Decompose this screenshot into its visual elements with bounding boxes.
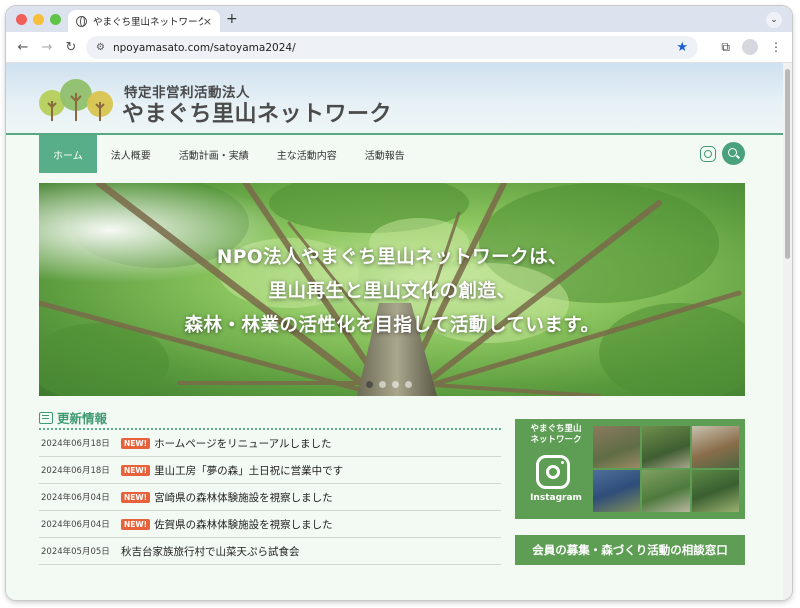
news-link[interactable]: 宮崎県の森林体験施設を視察しました [154, 490, 333, 505]
instagram-caption: Instagram [530, 493, 582, 503]
site-header: 特定非営利活動法人 やまぐち里山ネットワーク [6, 63, 792, 135]
browser-window: やまぐち里山ネットワーク × + ⌄ ← → ↻ ⚙ npoyamasato.c… [6, 6, 792, 600]
new-badge: NEW! [121, 518, 151, 530]
instagram-photo-grid [593, 426, 739, 512]
news-list-icon [39, 411, 53, 424]
new-tab-button[interactable]: + [226, 11, 238, 27]
logo-trees-icon[interactable] [36, 77, 118, 121]
nav-item-reports[interactable]: 活動報告 [351, 135, 419, 173]
slider-dot-4[interactable] [405, 381, 412, 388]
news-item[interactable]: 2024年05月05日 秋吉台家族旅行村で山菜天ぷら試食会 [39, 538, 501, 565]
news-date: 2024年05月05日 [41, 547, 110, 557]
forward-button[interactable]: → [38, 40, 56, 55]
tab-bar: やまぐち里山ネットワーク × + ⌄ [6, 6, 792, 32]
news-date: 2024年06月04日 [41, 520, 110, 530]
site-logo-title[interactable]: やまぐち里山ネットワーク [122, 96, 392, 128]
close-window-button[interactable] [16, 14, 27, 25]
news-link[interactable]: 佐賀県の森林体験施設を視察しました [154, 517, 333, 532]
photo-thumbnail [593, 426, 641, 468]
global-nav: ホーム 法人概要 活動計画・実績 主な活動内容 活動報告 [6, 135, 792, 175]
new-badge: NEW! [121, 464, 151, 476]
consultation-button[interactable]: 会員の募集・森づくり活動の相談窓口 [515, 535, 745, 565]
new-badge: NEW! [121, 491, 151, 503]
nav-item-plans[interactable]: 活動計画・実績 [165, 135, 263, 173]
news-item[interactable]: 2024年06月04日 NEW! 宮崎県の森林体験施設を視察しました [39, 484, 501, 511]
photo-thumbnail [642, 470, 690, 512]
slider-dot-1[interactable] [366, 381, 373, 388]
slider-dot-2[interactable] [379, 381, 386, 388]
page-viewport: 特定非営利活動法人 やまぐち里山ネットワーク ホーム 法人概要 活動計画・実績 … [6, 63, 792, 600]
news-date: 2024年06月18日 [41, 466, 110, 476]
slider-dot-3[interactable] [392, 381, 399, 388]
photo-thumbnail [593, 470, 641, 512]
slider-dots [366, 381, 412, 388]
sidebar: やまぐち里山 ネットワーク Instagram 会員の募集・森づくり活動の相談窓… [515, 419, 745, 565]
hero-line-2: 里山再生と里山文化の創造、 [268, 281, 516, 302]
news-heading: 更新情報 [39, 410, 501, 430]
tab-search-button[interactable]: ⌄ [766, 12, 782, 28]
news-heading-text: 更新情報 [57, 411, 108, 426]
news-link[interactable]: 秋吉台家族旅行村で山菜天ぷら試食会 [121, 544, 300, 559]
nav-item-about[interactable]: 法人概要 [97, 135, 165, 173]
browser-tab[interactable]: やまぐち里山ネットワーク × [68, 10, 220, 32]
photo-thumbnail [691, 470, 739, 512]
url-text[interactable]: npoyamasato.com/satoyama2024/ [113, 42, 676, 54]
new-badge: NEW! [121, 437, 151, 449]
search-icon[interactable] [722, 142, 745, 165]
news-link[interactable]: ホームページをリニューアルしました [154, 436, 331, 451]
news-link[interactable]: 里山工房「夢の森」土日祝に営業中です [154, 463, 343, 478]
extensions-icon[interactable]: ⧉ [721, 40, 730, 55]
nav-item-activities[interactable]: 主な活動内容 [263, 135, 351, 173]
reload-button[interactable]: ↻ [62, 40, 80, 55]
tab-close-icon[interactable]: × [203, 15, 212, 28]
profile-avatar[interactable] [742, 39, 758, 55]
news-section: 更新情報 2024年06月18日 NEW! ホームページをリニューアルしました … [39, 410, 501, 565]
window-controls [16, 14, 61, 25]
news-date: 2024年06月18日 [41, 439, 110, 449]
instagram-logo-icon [536, 455, 570, 489]
instagram-icon[interactable] [700, 146, 716, 162]
address-bar[interactable]: ⚙ npoyamasato.com/satoyama2024/ ★ [86, 36, 698, 59]
news-date: 2024年06月04日 [41, 493, 110, 503]
news-item[interactable]: 2024年06月18日 NEW! 里山工房「夢の森」土日祝に営業中です [39, 457, 501, 484]
nav-item-home[interactable]: ホーム [39, 135, 97, 173]
browser-toolbar: ← → ↻ ⚙ npoyamasato.com/satoyama2024/ ★ … [6, 32, 792, 63]
instagram-name-line-1: やまぐち里山 [530, 424, 582, 434]
maximize-window-button[interactable] [50, 14, 61, 25]
hero-slider[interactable]: NPO法人やまぐち里山ネットワークは、 里山再生と里山文化の創造、 森林・林業の… [39, 183, 745, 396]
page-scrollbar[interactable] [783, 63, 792, 600]
back-button[interactable]: ← [14, 40, 32, 55]
instagram-banner[interactable]: やまぐち里山 ネットワーク Instagram [515, 419, 745, 519]
news-item[interactable]: 2024年06月18日 NEW! ホームページをリニューアルしました [39, 430, 501, 457]
toolbar-actions: ⧉ ⋮ [721, 39, 782, 55]
instagram-account-name: やまぐち里山 ネットワーク [523, 424, 589, 446]
instagram-name-line-2: ネットワーク [530, 435, 582, 445]
tab-title: やまぐち里山ネットワーク [93, 17, 203, 28]
photo-thumbnail [691, 426, 739, 468]
hero-message: NPO法人やまぐち里山ネットワークは、 里山再生と里山文化の創造、 森林・林業の… [39, 241, 745, 343]
minimize-window-button[interactable] [33, 14, 44, 25]
hero-line-1: NPO法人やまぐち里山ネットワークは、 [216, 247, 568, 268]
site-info-icon[interactable]: ⚙ [96, 42, 105, 53]
hero-line-3: 森林・林業の活性化を目指して活動しています。 [184, 315, 600, 336]
scrollbar-thumb[interactable] [785, 69, 790, 259]
bookmark-star-icon[interactable]: ★ [676, 40, 688, 55]
globe-icon [76, 15, 87, 27]
photo-thumbnail [642, 426, 690, 468]
news-item[interactable]: 2024年06月04日 NEW! 佐賀県の森林体験施設を視察しました [39, 511, 501, 538]
browser-menu-icon[interactable]: ⋮ [770, 40, 782, 54]
